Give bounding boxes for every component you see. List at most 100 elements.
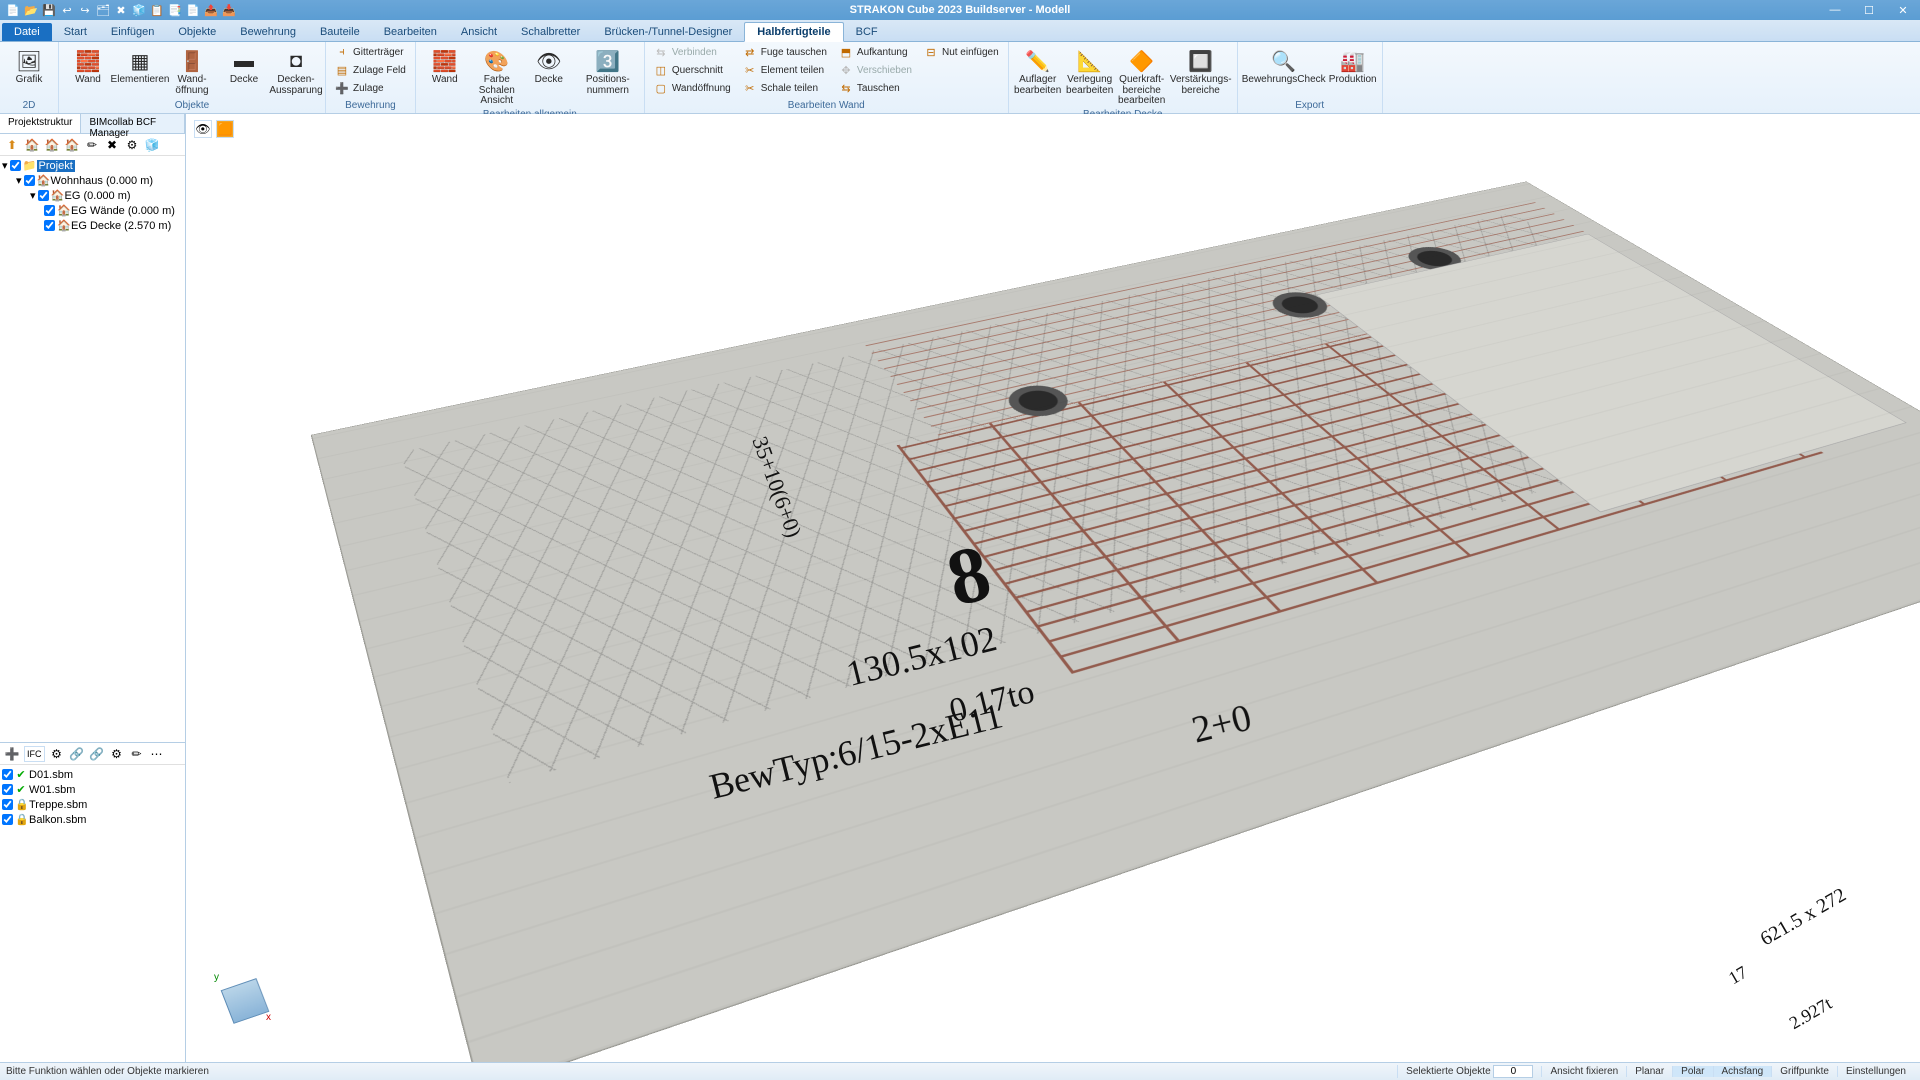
elementieren-button[interactable]: ▦Elementieren — [115, 44, 165, 99]
tab-bearbeiten[interactable]: Bearbeiten — [372, 23, 449, 41]
tab-bauteile[interactable]: Bauteile — [308, 23, 372, 41]
3d-viewport[interactable]: 👁 🟧 8 130.5x102 BewTyp:6/15-2xE11 0.17to… — [186, 114, 1920, 1062]
panel-tab-bcf[interactable]: BIMcollab BCF Manager — [81, 114, 185, 133]
decke-button[interactable]: ▬Decke — [219, 44, 269, 99]
qa-icon[interactable]: 📤 — [204, 3, 218, 17]
verlegung-button[interactable]: 📐Verlegung bearbeiten — [1065, 44, 1115, 108]
verschieben-button[interactable]: ✥Verschieben — [834, 62, 917, 79]
file-checkbox[interactable] — [2, 814, 13, 825]
tab-brueckentunnel[interactable]: Brücken-/Tunnel-Designer — [592, 23, 744, 41]
verstaerkung-button[interactable]: 🔲Verstärkungs- bereiche — [1169, 44, 1233, 108]
positionsnummern-button[interactable]: 3️⃣Positions- nummern — [576, 44, 640, 108]
verbinden-button[interactable]: ⇆Verbinden — [649, 44, 736, 61]
tool-icon[interactable]: 🔗 — [69, 746, 85, 762]
zulage-button[interactable]: ➕Zulage — [330, 80, 411, 97]
aufkantung-button[interactable]: ⬒Aufkantung — [834, 44, 917, 61]
tree-checkbox[interactable] — [44, 220, 55, 231]
wandoeffnung-button[interactable]: 🚪Wand- öffnung — [167, 44, 217, 99]
tool-icon[interactable]: 🧊 — [144, 137, 160, 153]
tool-icon[interactable]: ✖ — [104, 137, 120, 153]
tab-start[interactable]: Start — [52, 23, 99, 41]
griffpunkte-toggle[interactable]: Griffpunkte — [1771, 1066, 1837, 1077]
qa-icon[interactable]: ↩ — [60, 3, 74, 17]
file-checkbox[interactable] — [2, 799, 13, 810]
tab-bewehrung[interactable]: Bewehrung — [228, 23, 308, 41]
tool-icon[interactable]: ✏ — [129, 746, 145, 762]
close-button[interactable]: ✕ — [1886, 0, 1920, 20]
tab-einfuegen[interactable]: Einfügen — [99, 23, 166, 41]
recess-icon: ◘ — [281, 47, 311, 75]
minimize-button[interactable]: — — [1818, 0, 1852, 20]
tool-icon[interactable]: ✏ — [84, 137, 100, 153]
schale-button[interactable]: ✂Schale teilen — [738, 80, 832, 97]
element-button[interactable]: ✂Element teilen — [738, 62, 832, 79]
panel-tab-struktur[interactable]: Projektstruktur — [0, 114, 81, 133]
tool-icon[interactable]: ⋯ — [149, 746, 165, 762]
ansicht-fixieren-toggle[interactable]: Ansicht fixieren — [1541, 1066, 1626, 1077]
gittertraeger-button[interactable]: ⫞Gitterträger — [330, 44, 411, 61]
wand-edit-button[interactable]: 🧱Wand — [420, 44, 470, 108]
achsfang-toggle[interactable]: Achsfang — [1713, 1066, 1772, 1077]
vp-tool-icon[interactable]: 👁 — [194, 120, 212, 138]
farbe-button[interactable]: 🎨Farbe Schalen Ansicht — [472, 44, 522, 108]
opening-icon: ▢ — [654, 82, 668, 96]
querschnitt-button[interactable]: ◫Querschnitt — [649, 62, 736, 79]
tool-icon[interactable]: 🏠 — [24, 137, 40, 153]
qa-icon[interactable]: 📑 — [168, 3, 182, 17]
einstellungen-button[interactable]: Einstellungen — [1837, 1066, 1914, 1077]
qa-icon[interactable]: 🗂 — [96, 3, 110, 17]
tool-icon[interactable]: 🔗 — [89, 746, 105, 762]
file-checkbox[interactable] — [2, 769, 13, 780]
tool-icon[interactable]: ⚙ — [109, 746, 125, 762]
zulagefeld-button[interactable]: ▤Zulage Feld — [330, 62, 411, 79]
tool-icon[interactable]: ⚙ — [49, 746, 65, 762]
deckenaussparung-button[interactable]: ◘Decken- Aussparung — [271, 44, 321, 99]
planar-toggle[interactable]: Planar — [1626, 1066, 1672, 1077]
wand-button[interactable]: 🧱Wand — [63, 44, 113, 99]
qa-icon[interactable]: ✖ — [114, 3, 128, 17]
file-checkbox[interactable] — [2, 784, 13, 795]
tree-checkbox[interactable] — [38, 190, 49, 201]
qa-icon[interactable]: 📥 — [222, 3, 236, 17]
qa-icon[interactable]: ↪ — [78, 3, 92, 17]
qa-icon[interactable]: 🧊 — [132, 3, 146, 17]
polar-toggle[interactable]: Polar — [1672, 1066, 1712, 1077]
tab-bcf[interactable]: BCF — [844, 23, 890, 41]
tree-checkbox[interactable] — [10, 160, 21, 171]
qa-icon[interactable]: 💾 — [42, 3, 56, 17]
ifc-button[interactable]: IFC — [24, 746, 45, 762]
project-tree[interactable]: ▾📁Projekt ▾🏠Wohnhaus (0.000 m) ▾🏠EG (0.0… — [0, 156, 185, 742]
produktion-button[interactable]: 🏭Produktion — [1328, 44, 1378, 99]
vp-tool-icon[interactable]: 🟧 — [216, 120, 234, 138]
qa-icon[interactable]: 📂 — [24, 3, 38, 17]
selected-count-field[interactable] — [1493, 1065, 1533, 1078]
tab-halbfertigteile[interactable]: Halbfertigteile — [744, 22, 843, 42]
tree-checkbox[interactable] — [44, 205, 55, 216]
maximize-button[interactable]: ☐ — [1852, 0, 1886, 20]
tool-icon[interactable]: ➕ — [4, 746, 20, 762]
qa-icon[interactable]: 📄 — [186, 3, 200, 17]
grafik-button[interactable]: 🖼Grafik — [4, 44, 54, 99]
decke-edit-button[interactable]: 👁Decke — [524, 44, 574, 108]
tab-objekte[interactable]: Objekte — [166, 23, 228, 41]
qa-icon[interactable]: 📋 — [150, 3, 164, 17]
fuge-button[interactable]: ⇄Fuge tauschen — [738, 44, 832, 61]
tree-checkbox[interactable] — [24, 175, 35, 186]
tool-icon[interactable]: ⚙ — [124, 137, 140, 153]
tab-datei[interactable]: Datei — [2, 23, 52, 41]
view-cube[interactable]: x y — [216, 972, 276, 1032]
floor-icon: 🏠 — [51, 189, 63, 202]
file-list[interactable]: ✔D01.sbm ✔W01.sbm 🔒Treppe.sbm 🔒Balkon.sb… — [0, 765, 185, 1062]
bewehrungscheck-button[interactable]: 🔍BewehrungsCheck — [1242, 44, 1326, 99]
tool-icon[interactable]: 🏠 — [44, 137, 60, 153]
tab-schalbretter[interactable]: Schalbretter — [509, 23, 592, 41]
querkraft-button[interactable]: 🔶Querkraft- bereiche bearbeiten — [1117, 44, 1167, 108]
qa-icon[interactable]: 📄 — [6, 3, 20, 17]
tauschen-button[interactable]: ⇆Tauschen — [834, 80, 917, 97]
wandoeffnung2-button[interactable]: ▢Wandöffnung — [649, 80, 736, 97]
tool-icon[interactable]: 🏠 — [64, 137, 80, 153]
tab-ansicht[interactable]: Ansicht — [449, 23, 509, 41]
nut-button[interactable]: ⊟Nut einfügen — [919, 44, 1004, 61]
tool-icon[interactable]: ⬆ — [4, 137, 20, 153]
auflager-button[interactable]: ✏️Auflager bearbeiten — [1013, 44, 1063, 108]
